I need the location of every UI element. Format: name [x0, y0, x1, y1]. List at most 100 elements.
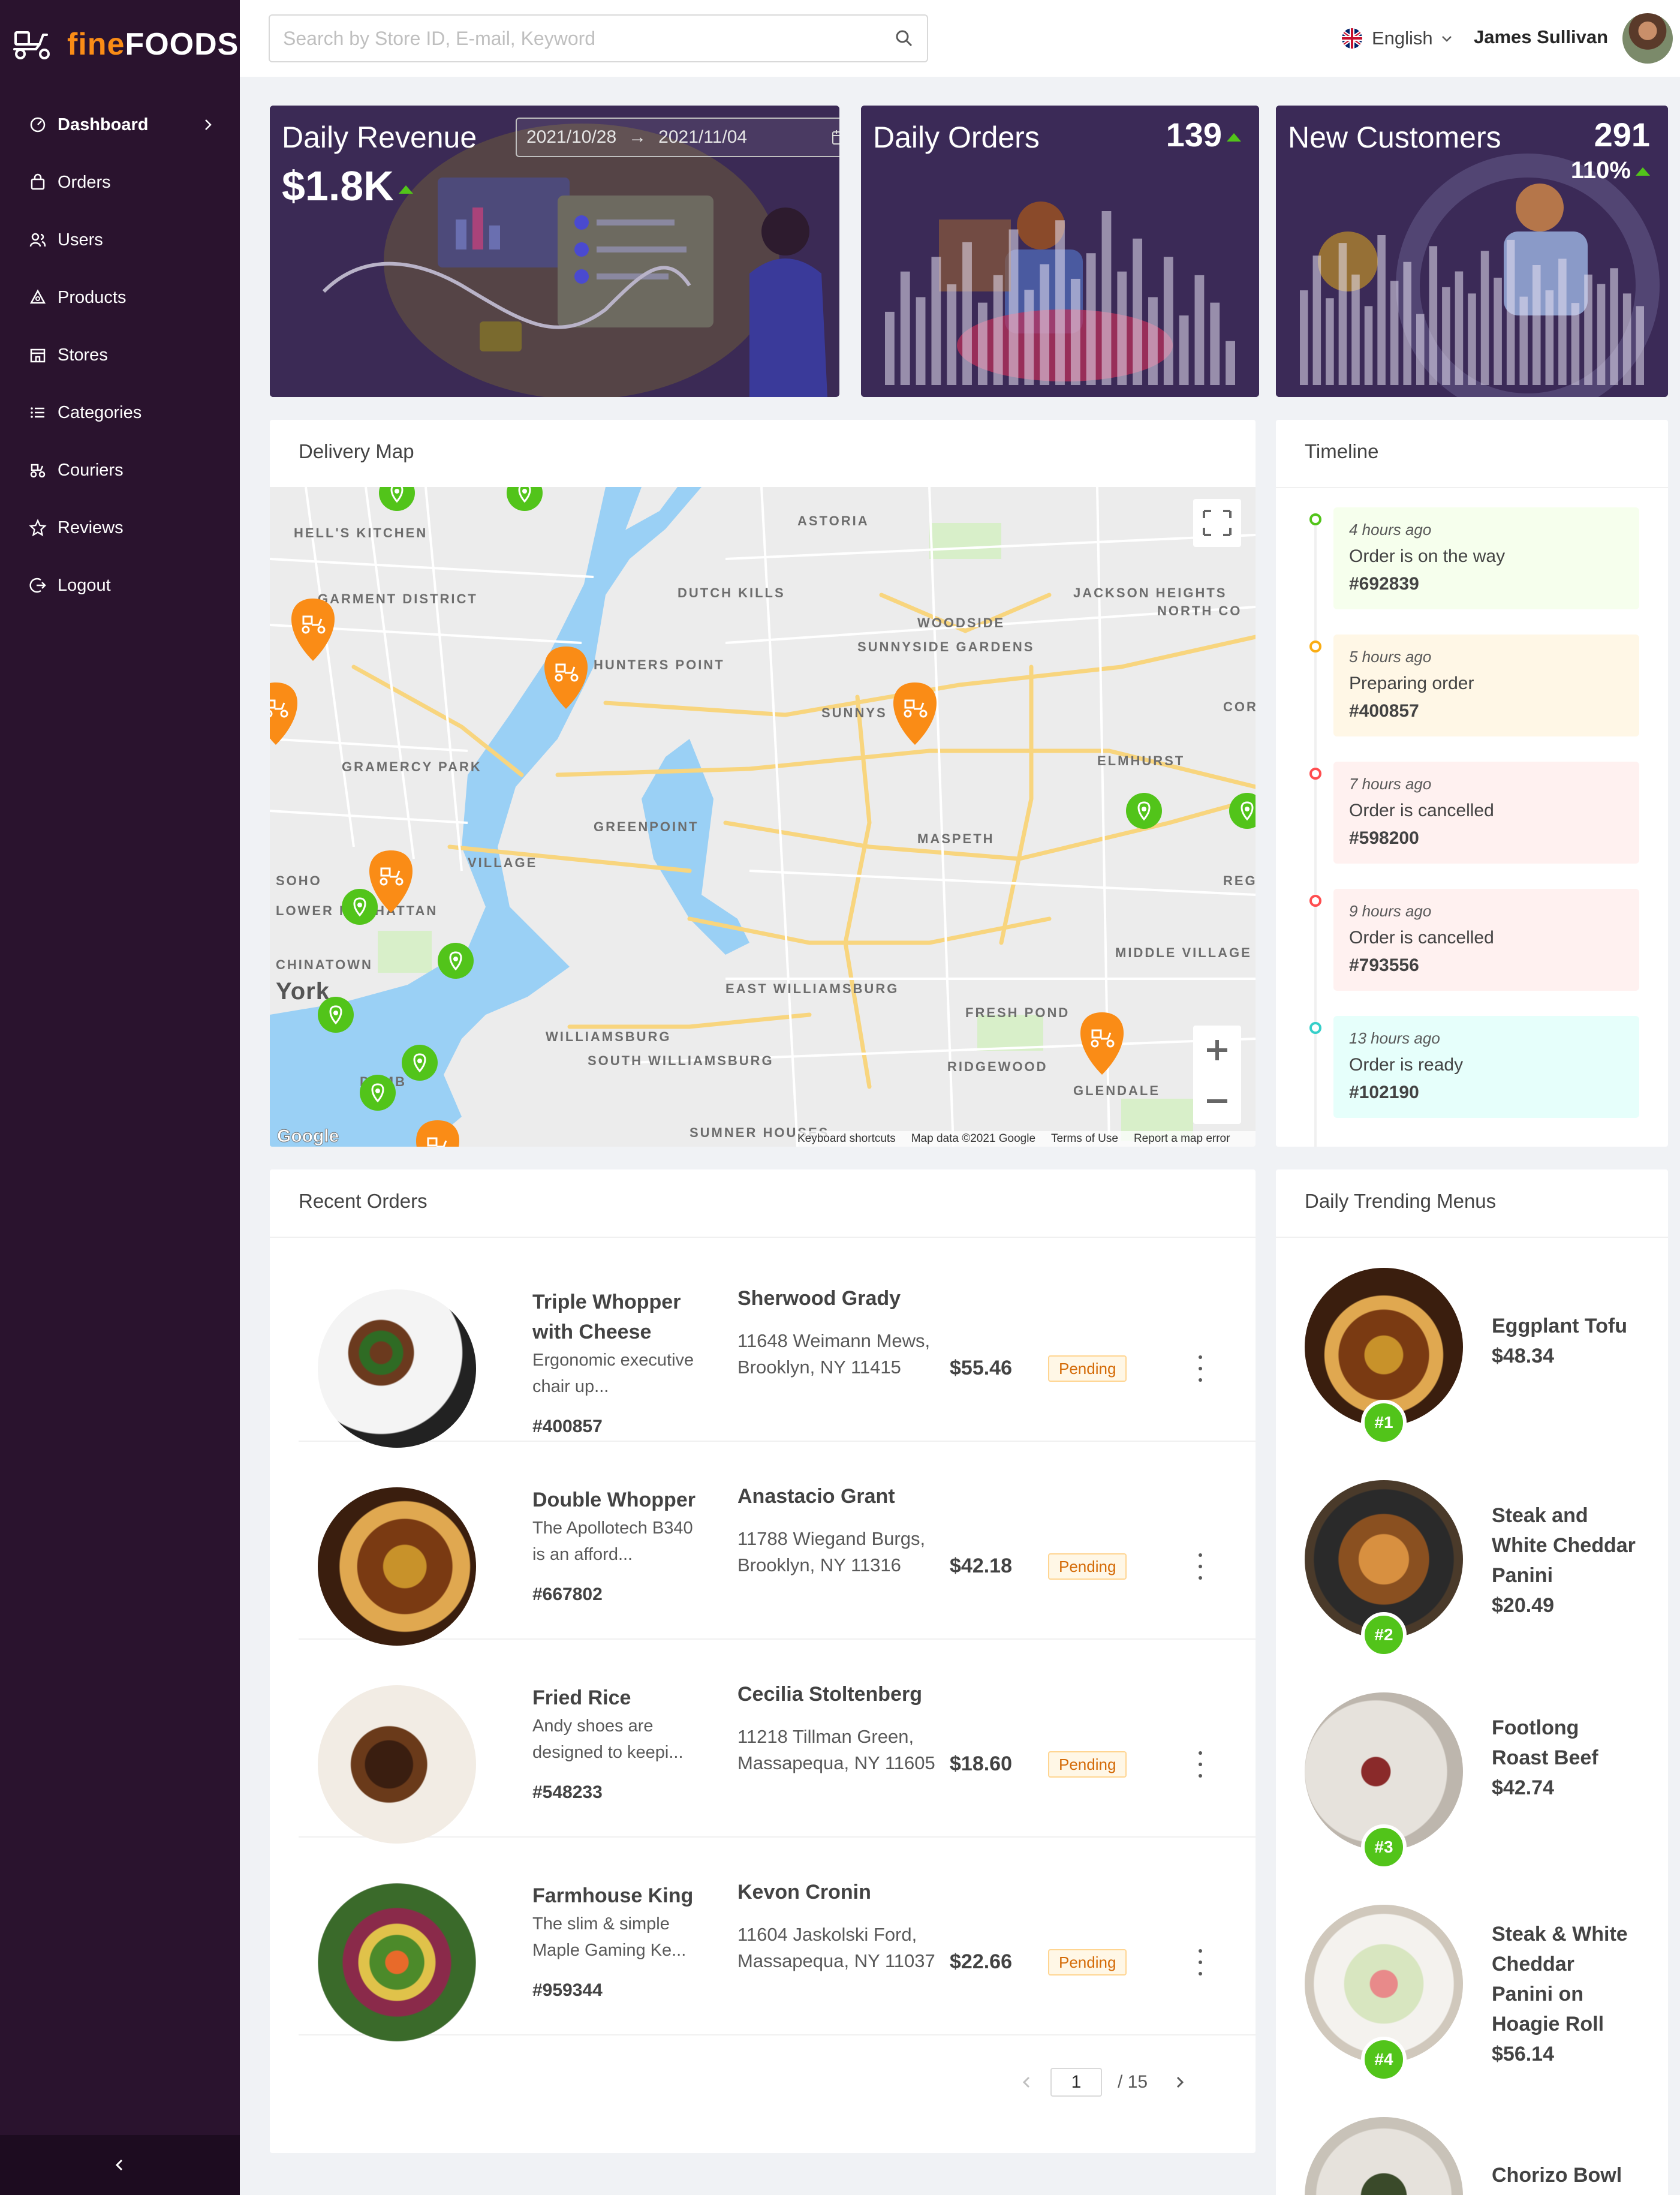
location-pin-icon[interactable]: [438, 943, 474, 979]
location-pin-icon[interactable]: [360, 1075, 396, 1111]
brand-logo[interactable]: fineFOODS: [12, 23, 239, 66]
store-icon: [30, 348, 46, 363]
order-description: The slim & simple Maple Gaming Ke...: [532, 1914, 687, 1960]
timeline-time: 5 hours ago: [1349, 648, 1432, 666]
map-attribution-link[interactable]: Map data ©2021 Google: [911, 1132, 1035, 1145]
date-to[interactable]: 2021/11/04: [658, 127, 747, 148]
delivery-map-title: Delivery Map: [299, 440, 414, 462]
delivery-map[interactable]: ASTORIA DUTCH KILLS HELL'S KITCHEN GARMENT …: [270, 487, 1256, 1147]
stat-bar: [1226, 341, 1235, 385]
users-icon: [29, 233, 46, 247]
order-row[interactable]: Farmhouse King The slim & simple Maple G…: [299, 1838, 1256, 2041]
star-icon: [29, 519, 47, 537]
timeline-item[interactable]: 13 hours ago Order is ready #102190: [1333, 1016, 1639, 1118]
stat-bar: [1086, 253, 1096, 385]
sidebar-item-label: Couriers: [58, 460, 124, 480]
order-product-name: Double Whopper: [532, 1489, 696, 1511]
shopping-bag-icon: [31, 173, 45, 190]
food-image: [318, 1883, 476, 2041]
stat-bar: [1429, 246, 1438, 385]
sidebar-item-stores[interactable]: Stores: [0, 326, 240, 384]
search-icon[interactable]: [895, 29, 914, 48]
timeline-dot: [1309, 895, 1321, 907]
stat-bar: [1584, 274, 1592, 385]
more-options-icon[interactable]: [1188, 1553, 1212, 1580]
sidebar-item-reviews[interactable]: Reviews: [0, 499, 240, 557]
order-address: 11648 Weimann Mews, Brooklyn, NY 11415: [737, 1330, 931, 1378]
timeline-item[interactable]: 5 hours ago Preparing order #400857: [1333, 635, 1639, 736]
order-product-name: Fried Rice: [532, 1686, 631, 1709]
chevron-down-icon: [1441, 36, 1452, 42]
products-icon: [29, 289, 46, 304]
page-input[interactable]: 1: [1050, 2068, 1102, 2097]
more-options-icon[interactable]: [1188, 1949, 1212, 1976]
stat-bar: [1312, 255, 1321, 385]
timeline-item[interactable]: 7 hours ago Order is cancelled #598200: [1333, 762, 1639, 864]
stat-bar: [1179, 315, 1189, 385]
map-attribution-link[interactable]: Terms of Use: [1051, 1132, 1118, 1145]
stat-bar: [916, 297, 926, 385]
stat-bar: [1455, 271, 1464, 385]
stat-bar: [1403, 261, 1411, 385]
map-label: SUNNYS: [821, 705, 887, 720]
stat-bar: [1494, 278, 1502, 385]
order-id: #667802: [532, 1584, 603, 1604]
sidebar-item-label: Products: [58, 287, 127, 307]
map-label: GLENDALE: [1073, 1083, 1160, 1098]
search-input[interactable]: [283, 27, 895, 50]
sidebar-item-label: Reviews: [58, 518, 124, 537]
sidebar-collapse-button[interactable]: [0, 2135, 240, 2195]
map-label: ELMHURST: [1097, 753, 1185, 768]
location-pin-icon[interactable]: [318, 997, 354, 1033]
location-pin-icon[interactable]: [342, 889, 378, 925]
stat-bar: [1519, 296, 1528, 385]
timeline-time: 7 hours ago: [1349, 775, 1432, 793]
chevron-right-icon[interactable]: [1172, 2074, 1187, 2090]
stat-bar: [1622, 293, 1631, 385]
sidebar-item-users[interactable]: Users: [0, 211, 240, 269]
stat-bar: [962, 242, 972, 385]
stat-bar: [977, 302, 987, 385]
map-label: COR: [1223, 699, 1256, 714]
sidebar-item-logout[interactable]: Logout: [0, 557, 240, 614]
timeline-text: Preparing order: [1349, 673, 1474, 693]
user-name[interactable]: James Sullivan: [1474, 26, 1608, 48]
arrow-up-icon: [1636, 167, 1650, 176]
sidebar-item-orders[interactable]: Orders: [0, 154, 240, 211]
map-label: EAST WILLIAMSBURG: [725, 981, 899, 996]
order-row[interactable]: Double Whopper The Apollotech B340 is an…: [299, 1442, 1256, 1646]
map-attribution-link[interactable]: Keyboard shortcuts: [797, 1132, 896, 1145]
more-options-icon[interactable]: [1188, 1751, 1212, 1778]
location-pin-icon[interactable]: [1126, 793, 1162, 829]
date-from[interactable]: 2021/10/28: [526, 127, 616, 148]
rank-badge: #3: [1361, 1824, 1407, 1870]
rank-badge: #1: [1361, 1400, 1407, 1445]
map-label: WILLIAMSBURG: [546, 1029, 672, 1044]
stat-bar: [1571, 303, 1580, 385]
stat-bar: [900, 271, 910, 385]
couriers-icon: [30, 464, 46, 478]
order-product-name: Farmhouse King: [532, 1884, 694, 1907]
map-attribution-link[interactable]: Report a map error: [1134, 1132, 1230, 1145]
search-box[interactable]: [269, 14, 928, 62]
location-pin-icon[interactable]: [402, 1045, 438, 1081]
sidebar-item-products[interactable]: Products: [0, 269, 240, 326]
timeline-item[interactable]: 9 hours ago Order is cancelled #793556: [1333, 889, 1639, 991]
orders-value: 139: [1166, 115, 1241, 154]
order-customer: Kevon Cronin: [737, 1881, 871, 1904]
chevron-left-icon[interactable]: [1019, 2074, 1035, 2090]
more-options-icon[interactable]: [1188, 1355, 1212, 1382]
sidebar-item-dashboard[interactable]: Dashboard: [0, 96, 240, 154]
order-address: 11788 Wiegand Burgs, Brooklyn, NY 11316: [737, 1528, 926, 1575]
avatar[interactable]: [1622, 13, 1673, 64]
daily-revenue-card: Daily Revenue $1.8K 2021/10/28 → 2021/11…: [270, 106, 839, 397]
sidebar-item-couriers[interactable]: Couriers: [0, 441, 240, 499]
sidebar-item-categories[interactable]: Categories: [0, 384, 240, 441]
timeline-time: 9 hours ago: [1349, 902, 1432, 920]
trending-menus-card: Daily Trending Menus #1 Eggplant Tofu $48…: [1276, 1169, 1668, 2195]
order-row[interactable]: Fried Rice Andy shoes are designed to ke…: [299, 1640, 1256, 1844]
order-row[interactable]: Triple Whopper with Cheese Ergonomic exe…: [299, 1244, 1256, 1448]
date-range-picker[interactable]: 2021/10/28 → 2021/11/04: [516, 118, 839, 157]
timeline-item[interactable]: 4 hours ago Order is on the way #692839: [1333, 507, 1639, 609]
language-selector[interactable]: English: [1342, 24, 1455, 53]
